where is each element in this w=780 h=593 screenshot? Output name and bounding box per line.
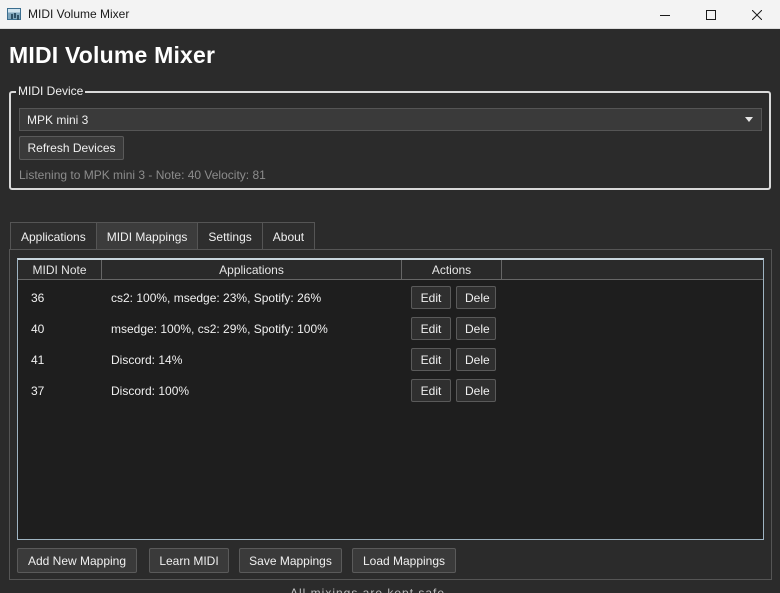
table-row: 40 msedge: 100%, cs2: 29%, Spotify: 100%… bbox=[18, 313, 763, 344]
window-controls bbox=[642, 0, 780, 29]
window-title: MIDI Volume Mixer bbox=[28, 7, 130, 21]
edit-button[interactable]: Edit bbox=[411, 379, 451, 402]
load-mappings-button[interactable]: Load Mappings bbox=[352, 548, 456, 573]
delete-button[interactable]: Dele bbox=[456, 379, 496, 402]
midi-device-selected: MPK mini 3 bbox=[27, 112, 89, 127]
midi-note-cell: 37 bbox=[31, 383, 45, 398]
midi-note-cell: 41 bbox=[31, 352, 45, 367]
applications-cell: Discord: 14% bbox=[111, 352, 183, 367]
column-header-applications[interactable]: Applications bbox=[102, 260, 402, 280]
table-row: 41 Discord: 14% Edit Dele bbox=[18, 344, 763, 375]
maximize-icon bbox=[706, 9, 716, 20]
tab-about[interactable]: About bbox=[261, 222, 316, 250]
listening-status: Listening to MPK mini 3 - Note: 40 Veloc… bbox=[19, 168, 266, 182]
table-row: 36 cs2: 100%, msedge: 23%, Spotify: 26% … bbox=[18, 282, 763, 313]
tab-midi-mappings[interactable]: MIDI Mappings bbox=[95, 222, 199, 250]
delete-button[interactable]: Dele bbox=[456, 317, 496, 340]
edit-button[interactable]: Edit bbox=[411, 317, 451, 340]
midi-device-group: MIDI Device MPK mini 3 Refresh Devices L… bbox=[9, 84, 771, 190]
applications-cell: Discord: 100% bbox=[111, 383, 190, 398]
column-header-empty bbox=[502, 260, 763, 280]
midi-note-cell: 36 bbox=[31, 290, 45, 305]
table-row: 37 Discord: 100% Edit Dele bbox=[18, 375, 763, 406]
edit-button[interactable]: Edit bbox=[411, 348, 451, 371]
column-header-midi-note[interactable]: MIDI Note bbox=[18, 260, 102, 280]
title-bar: MIDI Volume Mixer bbox=[0, 0, 780, 29]
edit-button[interactable]: Edit bbox=[411, 286, 451, 309]
table-header: MIDI Note Applications Actions bbox=[18, 260, 763, 280]
tab-settings[interactable]: Settings bbox=[197, 222, 263, 250]
clipped-footer-text: All mixings are kept safe bbox=[290, 587, 445, 593]
maximize-button[interactable] bbox=[688, 0, 734, 29]
app-icon bbox=[7, 8, 21, 20]
close-button[interactable] bbox=[734, 0, 780, 29]
column-header-actions[interactable]: Actions bbox=[402, 260, 502, 280]
refresh-devices-button[interactable]: Refresh Devices bbox=[19, 136, 124, 160]
save-mappings-button[interactable]: Save Mappings bbox=[239, 548, 342, 573]
close-icon bbox=[752, 9, 762, 20]
dropdown-arrow-icon bbox=[745, 117, 753, 122]
midi-device-legend: MIDI Device bbox=[16, 84, 86, 98]
page-title: MIDI Volume Mixer bbox=[9, 42, 216, 68]
minimize-button[interactable] bbox=[642, 0, 688, 29]
midi-device-select[interactable]: MPK mini 3 bbox=[19, 108, 762, 131]
mappings-table: MIDI Note Applications Actions 36 cs2: 1… bbox=[17, 258, 764, 540]
add-new-mapping-button[interactable]: Add New Mapping bbox=[17, 548, 137, 573]
delete-button[interactable]: Dele bbox=[456, 348, 496, 371]
delete-button[interactable]: Dele bbox=[456, 286, 496, 309]
midi-mappings-panel: MIDI Note Applications Actions 36 cs2: 1… bbox=[9, 249, 772, 580]
applications-cell: cs2: 100%, msedge: 23%, Spotify: 26% bbox=[111, 290, 322, 305]
applications-cell: msedge: 100%, cs2: 29%, Spotify: 100% bbox=[111, 321, 328, 336]
tab-bar: Applications MIDI Mappings Settings Abou… bbox=[10, 222, 316, 250]
midi-note-cell: 40 bbox=[31, 321, 45, 336]
minimize-icon bbox=[660, 14, 670, 16]
learn-midi-button[interactable]: Learn MIDI bbox=[149, 548, 229, 573]
tab-applications[interactable]: Applications bbox=[10, 222, 97, 250]
